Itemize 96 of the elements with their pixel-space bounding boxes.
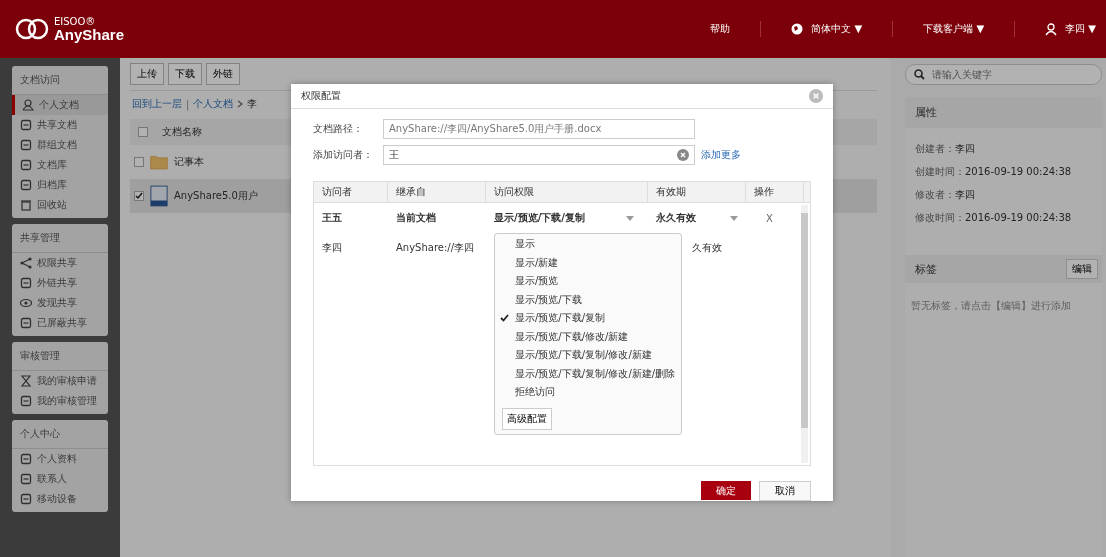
- trash-icon: [20, 199, 32, 211]
- clear-icon[interactable]: [677, 149, 689, 161]
- sidebar-item[interactable]: 个人资料: [12, 449, 108, 469]
- breadcrumb-item[interactable]: 李: [247, 97, 258, 111]
- menu-item[interactable]: 拒绝访问: [495, 383, 681, 402]
- visitor-field[interactable]: 王: [383, 145, 695, 165]
- search-field[interactable]: 请输入关键字: [905, 64, 1102, 85]
- expiry-select[interactable]: 永久有效: [656, 211, 738, 225]
- table-cell-text: AnyShare://李四: [395, 241, 476, 255]
- nav-group-title: 共享管理: [12, 224, 108, 253]
- select-all-checkbox[interactable]: [138, 127, 148, 137]
- menu-item[interactable]: 显示/预览/下载/修改/新建: [495, 327, 681, 346]
- column-header: 有效期: [648, 182, 746, 202]
- permission-select[interactable]: 显示/预览/下载/复制: [494, 211, 634, 225]
- cancel-button[interactable]: 取消: [759, 481, 811, 501]
- breadcrumb-separator: |: [186, 98, 190, 110]
- eye-icon: [20, 297, 32, 309]
- toolbar-button[interactable]: 上传: [130, 63, 164, 85]
- sidebar-item[interactable]: 已屏蔽共享: [12, 313, 108, 333]
- client-download-menu[interactable]: 下载客户端 ▼: [923, 22, 985, 36]
- file-name[interactable]: 记事本: [174, 155, 204, 169]
- edit-button[interactable]: 编辑: [1066, 259, 1098, 279]
- row-checkbox[interactable]: [134, 157, 144, 167]
- globe-icon: [791, 23, 804, 35]
- sidebar-item[interactable]: 我的审核申请: [12, 371, 108, 391]
- search-input[interactable]: 请输入关键字: [930, 68, 1074, 81]
- advanced-config-button[interactable]: 高级配置: [502, 407, 552, 430]
- panel-title: 标签: [915, 261, 937, 277]
- search-icon: [914, 69, 925, 80]
- toolbar-button[interactable]: 下载: [168, 63, 202, 85]
- nav-group-title: 审核管理: [12, 342, 108, 371]
- table-cell: 久有效: [692, 241, 722, 255]
- table-cell-text: 当前文档: [395, 211, 437, 225]
- scrollbar[interactable]: [801, 205, 808, 463]
- sidebar-item[interactable]: 共享文档: [12, 115, 108, 135]
- sidebar-item[interactable]: 文档库: [12, 155, 108, 175]
- column-header: 访问权限: [486, 182, 648, 202]
- sidebar-item[interactable]: 移动设备: [12, 489, 108, 509]
- property-label: 创建时间：: [915, 166, 965, 177]
- sidebar-item[interactable]: 联系人: [12, 469, 108, 489]
- sidebar-item[interactable]: 群组文档: [12, 135, 108, 155]
- table-cell-text: 李四: [321, 241, 343, 255]
- brand-tagline: EISOO®: [54, 16, 97, 27]
- property-value: 李四: [955, 189, 975, 200]
- empty-tags-message: 暂无标签，请点击【编辑】进行添加: [910, 299, 1072, 313]
- menu-item[interactable]: 显示: [495, 235, 681, 254]
- menu-item[interactable]: 显示/预览/下载: [495, 290, 681, 309]
- menu-item[interactable]: 显示/新建: [495, 253, 681, 272]
- person-icon: [22, 99, 34, 111]
- property-label: 修改时间：: [915, 212, 965, 223]
- sidebar-item[interactable]: 外链共享: [12, 273, 108, 293]
- nav-group-title: 个人中心: [12, 420, 108, 449]
- delete-button[interactable]: X: [766, 212, 773, 224]
- dialog-title: 权限配置: [301, 89, 341, 103]
- menu-item[interactable]: 显示/预览/下载/复制/修改/新建: [495, 346, 681, 365]
- column-header: 操作: [746, 182, 804, 202]
- column-header: 文档名称: [162, 125, 202, 139]
- menu-item[interactable]: 显示/预览/下载/复制: [495, 309, 681, 328]
- document-icon: [150, 184, 168, 208]
- language-menu[interactable]: 简体中文 ▼: [811, 22, 863, 36]
- property-value: 李四: [955, 143, 975, 154]
- property-value: 2016-09-19 00:24:38: [965, 166, 1072, 177]
- property-label: 创建者：: [915, 143, 955, 154]
- column-header: 访问者: [314, 182, 388, 202]
- sidebar-item[interactable]: 归档库: [12, 175, 108, 195]
- back-link[interactable]: 回到上一层: [132, 97, 182, 111]
- field-label: 添加访问者：: [313, 148, 374, 162]
- hourglass-icon: [20, 375, 32, 387]
- caret-icon: [730, 215, 738, 221]
- field-label: 文档路径：: [313, 122, 364, 136]
- breadcrumb-item[interactable]: 个人文档: [193, 97, 234, 111]
- confirm-button[interactable]: 确定: [701, 481, 751, 500]
- column-header: 继承自: [388, 182, 486, 202]
- close-icon[interactable]: [809, 89, 823, 103]
- path-field: AnyShare://李四/AnyShare5.0用户手册.docx: [383, 119, 695, 139]
- share-icon: [20, 257, 32, 269]
- add-more-link[interactable]: 添加更多: [701, 148, 741, 162]
- sidebar-item[interactable]: 回收站: [12, 195, 108, 215]
- file-name[interactable]: AnyShare5.0用户: [174, 189, 258, 203]
- caret-icon: [626, 215, 634, 221]
- help-link[interactable]: 帮助: [710, 22, 731, 36]
- menu-item[interactable]: 显示/预览: [495, 272, 681, 291]
- toolbar-button[interactable]: 外链: [206, 63, 240, 85]
- brand-name: AnyShare: [54, 26, 125, 42]
- sidebar-item[interactable]: 个人文档: [12, 95, 108, 115]
- row-checkbox[interactable]: [134, 191, 144, 201]
- property-label: 修改者：: [915, 189, 955, 200]
- table-cell-text: 王五: [321, 211, 343, 225]
- chevron-icon: [237, 100, 244, 108]
- user-menu[interactable]: 李四 ▼: [1065, 22, 1096, 36]
- sidebar-item[interactable]: 我的审核管理: [12, 391, 108, 411]
- property-value: 2016-09-19 00:24:38: [965, 212, 1072, 223]
- sidebar-item[interactable]: 权限共享: [12, 253, 108, 273]
- panel-title: 属性: [905, 97, 1102, 128]
- menu-item[interactable]: 显示/预览/下载/复制/修改/新建/删除: [495, 364, 681, 383]
- sidebar-item[interactable]: 发现共享: [12, 293, 108, 313]
